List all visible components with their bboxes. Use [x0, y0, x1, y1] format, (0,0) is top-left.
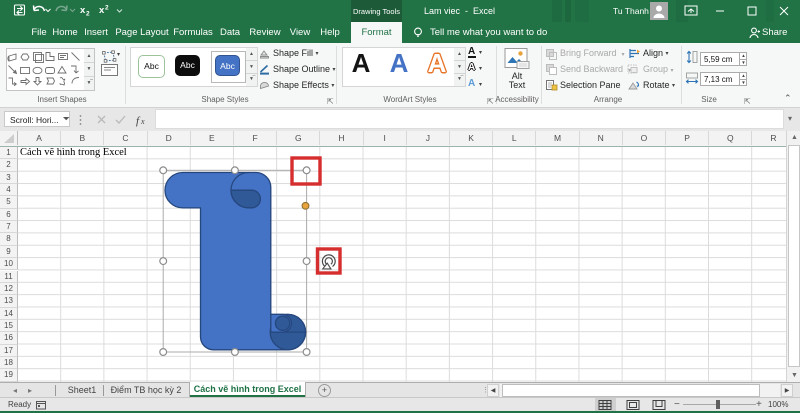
svg-text:x: x [140, 117, 145, 126]
svg-text:2: 2 [86, 11, 90, 18]
svg-text:2: 2 [105, 5, 109, 12]
